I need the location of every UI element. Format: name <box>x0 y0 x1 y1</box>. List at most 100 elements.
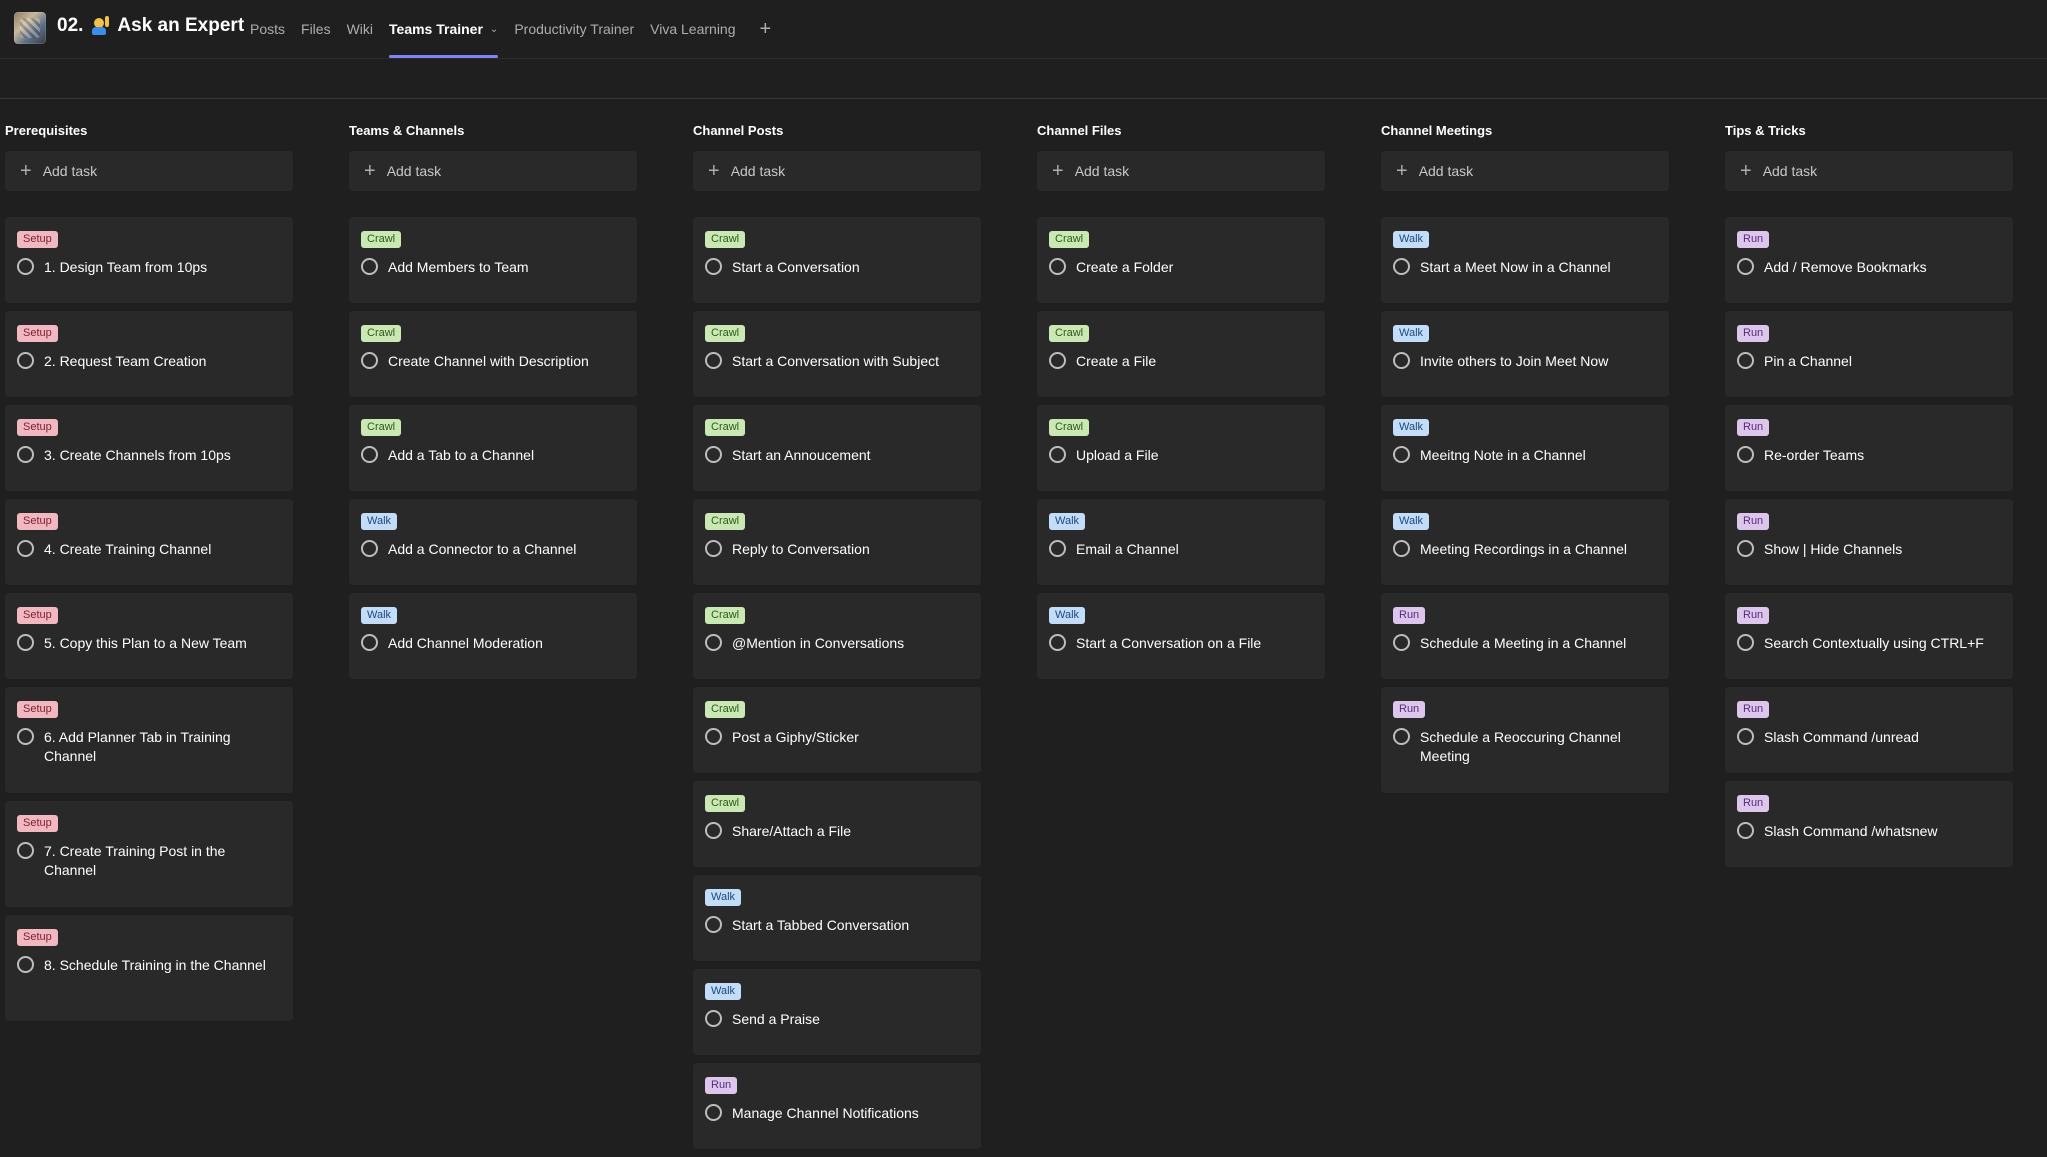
complete-task-circle-icon[interactable] <box>361 352 378 369</box>
complete-task-circle-icon[interactable] <box>361 634 378 651</box>
task-card[interactable]: Crawl Reply to Conversation <box>693 499 981 585</box>
task-card[interactable]: Crawl Upload a File <box>1037 405 1325 491</box>
task-card[interactable]: Walk Start a Conversation on a File <box>1037 593 1325 679</box>
task-card[interactable]: Crawl Start a Conversation with Subject <box>693 311 981 397</box>
complete-task-circle-icon[interactable] <box>361 540 378 557</box>
complete-task-circle-icon[interactable] <box>17 352 34 369</box>
task-card[interactable]: Walk Add a Connector to a Channel <box>349 499 637 585</box>
task-title[interactable]: Share/Attach a File <box>732 822 851 841</box>
complete-task-circle-icon[interactable] <box>1393 634 1410 651</box>
task-title[interactable]: 4. Create Training Channel <box>44 540 211 559</box>
task-card[interactable]: Run Show | Hide Channels <box>1725 499 2013 585</box>
bucket-title[interactable]: Channel Files <box>1037 123 1122 138</box>
task-card[interactable]: Crawl Create a Folder <box>1037 217 1325 303</box>
task-card[interactable]: Run Add / Remove Bookmarks <box>1725 217 2013 303</box>
task-title[interactable]: Start a Conversation <box>732 258 860 277</box>
complete-task-circle-icon[interactable] <box>1049 540 1066 557</box>
task-card[interactable]: Setup 8. Schedule Training in the Channel <box>5 915 293 1021</box>
complete-task-circle-icon[interactable] <box>705 352 722 369</box>
complete-task-circle-icon[interactable] <box>1049 258 1066 275</box>
tab-viva-learning[interactable]: Viva Learning <box>650 0 735 58</box>
add-task-button[interactable]: + Add task <box>1381 151 1669 191</box>
add-task-button[interactable]: + Add task <box>693 151 981 191</box>
tab-wiki[interactable]: Wiki <box>347 0 373 58</box>
complete-task-circle-icon[interactable] <box>1049 634 1066 651</box>
task-title[interactable]: Add Members to Team <box>388 258 529 277</box>
task-card[interactable]: Crawl @Mention in Conversations <box>693 593 981 679</box>
task-card[interactable]: Crawl Post a Giphy/Sticker <box>693 687 981 773</box>
task-title[interactable]: Post a Giphy/Sticker <box>732 728 859 747</box>
task-title[interactable]: Email a Channel <box>1076 540 1179 559</box>
complete-task-circle-icon[interactable] <box>17 258 34 275</box>
task-card[interactable]: Crawl Start an Annoucement <box>693 405 981 491</box>
task-card[interactable]: Run Manage Channel Notifications <box>693 1063 981 1149</box>
task-card[interactable]: Run Schedule a Reoccuring Channel Meeting <box>1381 687 1669 793</box>
tab-productivity-trainer[interactable]: Productivity Trainer <box>514 0 634 58</box>
task-card[interactable]: Setup 5. Copy this Plan to a New Team <box>5 593 293 679</box>
complete-task-circle-icon[interactable] <box>17 540 34 557</box>
task-card[interactable]: Walk Add Channel Moderation <box>349 593 637 679</box>
task-card[interactable]: Setup 6. Add Planner Tab in Training Chan… <box>5 687 293 793</box>
task-card[interactable]: Walk Invite others to Join Meet Now <box>1381 311 1669 397</box>
complete-task-circle-icon[interactable] <box>1393 540 1410 557</box>
task-title[interactable]: Start a Tabbed Conversation <box>732 916 909 935</box>
task-title[interactable]: Invite others to Join Meet Now <box>1420 352 1608 371</box>
complete-task-circle-icon[interactable] <box>1737 446 1754 463</box>
task-card[interactable]: Setup 7. Create Training Post in the Chan… <box>5 801 293 907</box>
complete-task-circle-icon[interactable] <box>705 634 722 651</box>
complete-task-circle-icon[interactable] <box>705 540 722 557</box>
complete-task-circle-icon[interactable] <box>1393 352 1410 369</box>
task-title[interactable]: 2. Request Team Creation <box>44 352 206 371</box>
task-card[interactable]: Run Pin a Channel <box>1725 311 2013 397</box>
task-title[interactable]: Schedule a Reoccuring Channel Meeting <box>1420 728 1645 766</box>
task-title[interactable]: Reply to Conversation <box>732 540 870 559</box>
complete-task-circle-icon[interactable] <box>17 728 34 745</box>
complete-task-circle-icon[interactable] <box>17 956 34 973</box>
complete-task-circle-icon[interactable] <box>17 634 34 651</box>
complete-task-circle-icon[interactable] <box>1393 446 1410 463</box>
task-card[interactable]: Crawl Create Channel with Description <box>349 311 637 397</box>
complete-task-circle-icon[interactable] <box>1737 822 1754 839</box>
chevron-down-icon[interactable]: ⌄ <box>490 24 498 35</box>
task-title[interactable]: @Mention in Conversations <box>732 634 904 653</box>
task-title[interactable]: Add a Connector to a Channel <box>388 540 576 559</box>
task-title[interactable]: Show | Hide Channels <box>1764 540 1902 559</box>
add-task-button[interactable]: + Add task <box>5 151 293 191</box>
task-card[interactable]: Run Slash Command /whatsnew <box>1725 781 2013 867</box>
complete-task-circle-icon[interactable] <box>361 258 378 275</box>
task-title[interactable]: Re-order Teams <box>1764 446 1864 465</box>
task-card[interactable]: Crawl Create a File <box>1037 311 1325 397</box>
task-card[interactable]: Crawl Share/Attach a File <box>693 781 981 867</box>
task-title[interactable]: 6. Add Planner Tab in Training Channel <box>44 728 269 766</box>
task-title[interactable]: 3. Create Channels from 10ps <box>44 446 231 465</box>
task-card[interactable]: Setup 1. Design Team from 10ps <box>5 217 293 303</box>
task-title[interactable]: Meeitng Note in a Channel <box>1420 446 1586 465</box>
task-title[interactable]: Pin a Channel <box>1764 352 1852 371</box>
task-card[interactable]: Crawl Start a Conversation <box>693 217 981 303</box>
complete-task-circle-icon[interactable] <box>17 842 34 859</box>
task-title[interactable]: Start a Conversation with Subject <box>732 352 939 371</box>
task-card[interactable]: Run Slash Command /unread <box>1725 687 2013 773</box>
complete-task-circle-icon[interactable] <box>705 916 722 933</box>
complete-task-circle-icon[interactable] <box>1049 446 1066 463</box>
complete-task-circle-icon[interactable] <box>1737 540 1754 557</box>
task-title[interactable]: Slash Command /unread <box>1764 728 1919 747</box>
tab-files[interactable]: Files <box>301 0 331 58</box>
complete-task-circle-icon[interactable] <box>705 822 722 839</box>
task-title[interactable]: Add / Remove Bookmarks <box>1764 258 1927 277</box>
task-title[interactable]: Create Channel with Description <box>388 352 589 371</box>
tab-posts[interactable]: Posts <box>250 0 285 58</box>
task-card[interactable]: Walk Email a Channel <box>1037 499 1325 585</box>
complete-task-circle-icon[interactable] <box>705 446 722 463</box>
complete-task-circle-icon[interactable] <box>17 446 34 463</box>
team-avatar[interactable] <box>14 12 46 44</box>
task-title[interactable]: Send a Praise <box>732 1010 820 1029</box>
task-title[interactable]: Manage Channel Notifications <box>732 1104 919 1123</box>
task-title[interactable]: 5. Copy this Plan to a New Team <box>44 634 247 653</box>
task-title[interactable]: 1. Design Team from 10ps <box>44 258 207 277</box>
task-title[interactable]: Start an Annoucement <box>732 446 871 465</box>
task-title[interactable]: 8. Schedule Training in the Channel <box>44 956 266 975</box>
task-card[interactable]: Run Re-order Teams <box>1725 405 2013 491</box>
complete-task-circle-icon[interactable] <box>705 258 722 275</box>
complete-task-circle-icon[interactable] <box>1737 352 1754 369</box>
